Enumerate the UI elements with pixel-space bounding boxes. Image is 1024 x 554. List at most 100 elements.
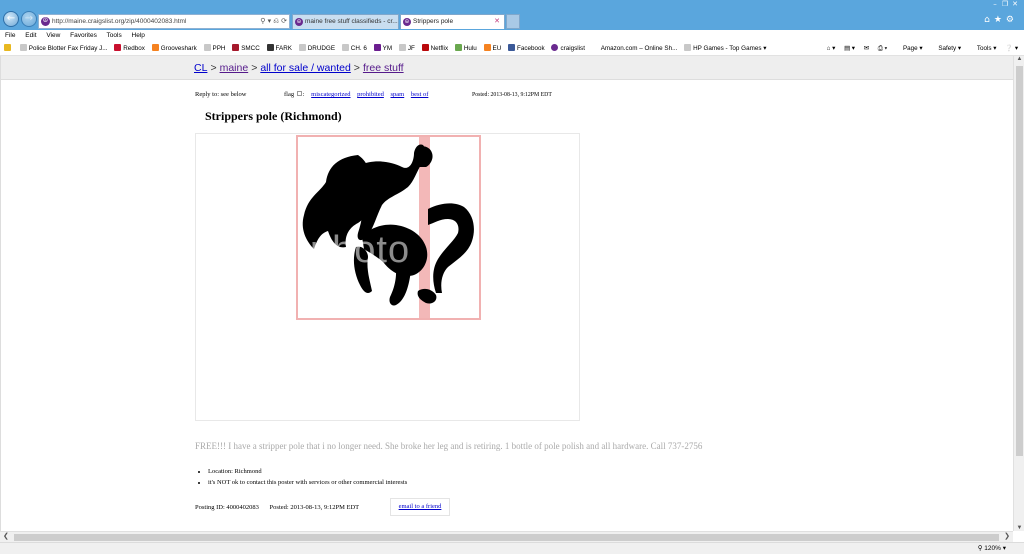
flag-bar: flag : miscategorized prohibited spam be…: [284, 91, 429, 98]
posting-id: Posting ID: 4000402083: [195, 504, 259, 511]
email-to-friend-box: email to a friend: [390, 498, 450, 516]
browser-right-icons: ⌂★⚙: [984, 15, 1018, 25]
tab-maine-free-stuff[interactable]: ☮ maine free stuff classifieds - cr...: [292, 14, 399, 29]
reply-to-text: Reply to: see below: [195, 91, 247, 98]
menu-bar: File Edit View Favorites Tools Help: [0, 30, 1024, 41]
tab-strippers-pole[interactable]: ☮ Strippers pole ✕: [400, 14, 505, 29]
address-url: http://maine.craigslist.org/zip/40004020…: [52, 18, 187, 25]
fav-drudge[interactable]: DRUDGE: [298, 41, 335, 55]
fav-netflix[interactable]: Netflix: [421, 41, 448, 55]
fav-pph[interactable]: PPH: [203, 41, 225, 55]
horizontal-scrollbar[interactable]: ❮ ❯: [0, 531, 1013, 542]
breadcrumb-subcategory-link[interactable]: free stuff: [363, 62, 404, 74]
craigslist-peace-icon: ☮: [403, 18, 411, 26]
status-bar: ⚲ 120% ▾: [0, 542, 1024, 554]
post-body: FREE!!! I have a stripper pole that i no…: [195, 441, 703, 451]
pole-dancer-silhouette-image: [302, 137, 474, 318]
fav-amazon[interactable]: Amazon.com – Online Sh...: [591, 41, 677, 55]
minimize-icon[interactable]: –: [990, 0, 1000, 8]
attribute-location: Location: Richmond: [208, 468, 407, 475]
post-footer: Posting ID: 4000402083 Posted: 2013-08-1…: [195, 504, 368, 511]
tab-label: Strippers pole: [413, 18, 454, 25]
home-icon[interactable]: ⌂: [984, 15, 994, 25]
flag-best-of-link[interactable]: best of: [411, 91, 429, 98]
scroll-up-icon[interactable]: ▲: [1014, 56, 1024, 62]
fav-redbox[interactable]: Redbox: [114, 41, 145, 55]
fav-craigslist[interactable]: craigslist: [551, 41, 585, 55]
fav-ym[interactable]: YM: [373, 41, 392, 55]
breadcrumb-cl-link[interactable]: CL: [194, 62, 207, 74]
close-tab-icon[interactable]: ✕: [494, 15, 500, 29]
print-icon[interactable]: ⎙ ▾: [878, 45, 887, 52]
flag-spam-link[interactable]: spam: [390, 91, 404, 98]
attribute-no-solicit: it's NOT ok to contact this poster with …: [208, 479, 407, 486]
browser-titlebar: ← → ☮ http://maine.craigslist.org/zip/40…: [0, 0, 1024, 30]
fav-smcc[interactable]: SMCC: [232, 41, 260, 55]
menu-edit[interactable]: Edit: [25, 32, 36, 39]
fav-hulu[interactable]: Hulu: [454, 41, 477, 55]
fav-eu[interactable]: EU: [483, 41, 501, 55]
post-photo[interactable]: photo: [296, 135, 481, 320]
scroll-right-icon[interactable]: ❯: [1004, 532, 1010, 540]
restore-icon[interactable]: ❐: [1000, 0, 1010, 8]
breadcrumb-category-link[interactable]: all for sale / wanted: [260, 62, 350, 74]
address-bar[interactable]: ☮ http://maine.craigslist.org/zip/400040…: [38, 14, 290, 29]
forward-arrow-icon: →: [24, 13, 34, 24]
breadcrumb-region-link[interactable]: maine: [220, 62, 249, 74]
craigslist-peace-icon: ☮: [41, 17, 50, 26]
posted-date-bottom: Posted: 2013-08-13, 9:12PM EDT: [269, 504, 360, 511]
post-title: Strippers pole (Richmond): [205, 109, 342, 123]
flag-prohibited-link[interactable]: prohibited: [357, 91, 384, 98]
flag-miscategorized-link[interactable]: miscategorized: [311, 91, 350, 98]
tab-label: maine free stuff classifieds - cr...: [305, 18, 398, 25]
fav-jf[interactable]: JF: [398, 41, 415, 55]
favorites-star-icon[interactable]: [4, 41, 13, 55]
feeds-icon[interactable]: ▤ ▾: [844, 45, 855, 52]
close-window-icon[interactable]: ✕: [1010, 0, 1020, 8]
zoom-icon: ⚲: [977, 545, 983, 552]
page-content: CL > maine > all for sale / wanted > free stuf…: [0, 56, 1013, 531]
scrollbar-thumb[interactable]: [1016, 66, 1023, 456]
tools-menu[interactable]: Tools ▾: [970, 45, 997, 52]
menu-file[interactable]: File: [5, 32, 15, 39]
flag-label: flag: [284, 91, 295, 98]
fav-hp-games[interactable]: HP Games - Top Games ▾: [684, 41, 766, 55]
search-refresh-icons[interactable]: ⚲ ▾ ⎌ ⟳: [260, 15, 287, 28]
settings-gear-icon[interactable]: ⚙: [1006, 15, 1018, 25]
fav-grooveshark[interactable]: Grooveshark: [151, 41, 197, 55]
posted-date-top: Posted: 2013-08-13, 9:12PM EDT: [472, 92, 552, 98]
breadcrumb-separator: >: [251, 62, 258, 74]
vertical-scrollbar[interactable]: ▲ ▼: [1013, 56, 1024, 531]
zoom-level[interactable]: ⚲ 120% ▾: [978, 543, 1006, 554]
email-to-friend-link[interactable]: email to a friend: [399, 503, 442, 510]
breadcrumb-separator: >: [210, 62, 217, 74]
scroll-left-icon[interactable]: ❮: [3, 532, 9, 540]
photobucket-watermark: photo: [310, 229, 411, 271]
scroll-down-icon[interactable]: ▼: [1014, 525, 1024, 531]
new-tab-button[interactable]: [506, 14, 520, 29]
craigslist-peace-icon: ☮: [295, 18, 303, 26]
forward-button[interactable]: →: [21, 11, 37, 27]
menu-help[interactable]: Help: [132, 32, 145, 39]
fav-facebook[interactable]: Facebook: [508, 41, 545, 55]
flag-help-icon[interactable]: [296, 91, 302, 96]
breadcrumb: CL > maine > all for sale / wanted > free stuf…: [194, 62, 404, 74]
help-icon[interactable]: ❔ ▾: [1005, 45, 1018, 52]
menu-favorites[interactable]: Favorites: [70, 32, 97, 39]
image-frame: photo: [195, 133, 580, 421]
command-bar: ⌂ ▾ ▤ ▾ ✉ ⎙ ▾ Page ▾ Safety ▾ Tools ▾ ❔ …: [820, 41, 1018, 56]
favorites-star-icon[interactable]: ★: [994, 15, 1006, 25]
breadcrumb-bar: CL > maine > all for sale / wanted > free stuf…: [1, 56, 1013, 80]
fav-ch6[interactable]: CH. 6: [341, 41, 367, 55]
menu-tools[interactable]: Tools: [107, 32, 122, 39]
fav-police-blotter[interactable]: Police Blotter Fax Friday J...: [19, 41, 108, 55]
page-menu[interactable]: Page ▾: [896, 45, 923, 52]
back-arrow-icon: ←: [6, 13, 16, 24]
mail-icon[interactable]: ✉: [864, 45, 869, 52]
home-menu-icon[interactable]: ⌂ ▾: [827, 45, 836, 52]
menu-view[interactable]: View: [46, 32, 60, 39]
fav-fark[interactable]: FARK: [266, 41, 292, 55]
back-button[interactable]: ←: [3, 11, 19, 27]
scrollbar-thumb[interactable]: [14, 534, 999, 541]
safety-menu[interactable]: Safety ▾: [931, 45, 961, 52]
